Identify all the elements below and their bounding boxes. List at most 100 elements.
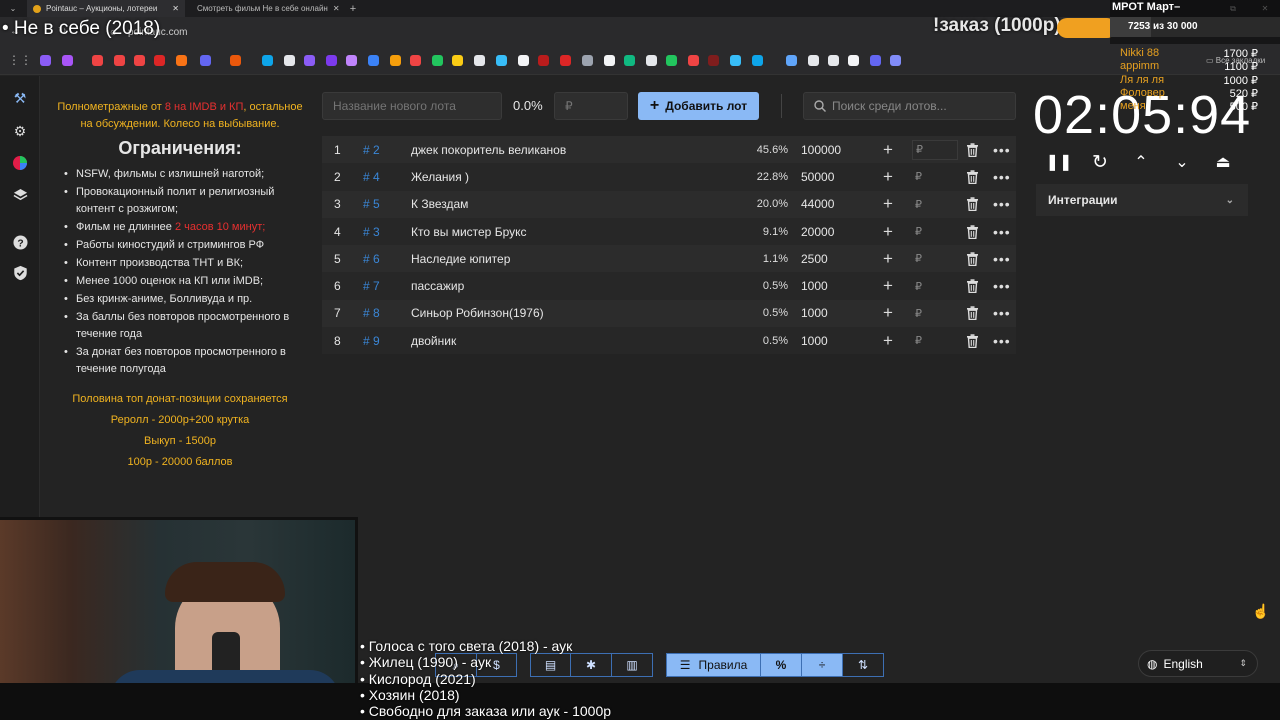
add-amount-icon[interactable]: + (883, 167, 893, 187)
bookmark-icon[interactable] (786, 55, 797, 66)
shield-icon[interactable] (11, 264, 29, 282)
more-options-icon[interactable]: ••• (993, 196, 1011, 212)
lot-amount[interactable]: 50000 (801, 170, 861, 184)
bookmark-icon[interactable] (62, 55, 73, 66)
lot-amount[interactable]: 2500 (801, 252, 861, 266)
bookmark-icon[interactable] (604, 55, 615, 66)
bookmark-icon[interactable] (582, 55, 593, 66)
lot-name[interactable]: Кто вы мистер Брукс (411, 225, 731, 239)
bookmark-icon[interactable] (624, 55, 635, 66)
bookmark-icon[interactable] (368, 55, 379, 66)
lot-name[interactable]: Наследие юпитер (411, 252, 731, 266)
lot-add-amount-input[interactable]: ₽ (912, 139, 958, 160)
lot-amount[interactable]: 1000 (801, 306, 861, 320)
bookmark-icon[interactable] (92, 55, 103, 66)
trash-icon[interactable] (966, 197, 980, 212)
integrations-dropdown[interactable]: Интеграции ⌄ (1036, 184, 1248, 216)
tab-menu-icon[interactable]: ⌄ (0, 0, 26, 17)
sort-icon[interactable]: ⇅ (842, 653, 884, 677)
trash-icon[interactable] (966, 224, 980, 239)
bookmark-icon[interactable] (262, 55, 273, 66)
bookmark-icon[interactable] (730, 55, 741, 66)
lot-name[interactable]: двойник (411, 334, 731, 348)
chevron-down-icon[interactable]: ⌄ (1171, 150, 1193, 174)
bookmark-icon[interactable] (40, 55, 51, 66)
percent-toggle-button[interactable]: % (760, 653, 802, 677)
lot-amount[interactable]: 1000 (801, 334, 861, 348)
lot-name[interactable]: джек покоритель великанов (411, 143, 731, 157)
add-lot-button[interactable]: + Добавить лот (638, 92, 759, 120)
bookmark-icon[interactable] (176, 55, 187, 66)
lot-add-amount-input[interactable]: ₽ (912, 249, 958, 269)
layers-icon[interactable] (11, 186, 29, 204)
trash-icon[interactable] (966, 170, 980, 185)
bookmark-icon[interactable] (390, 55, 401, 66)
eject-icon[interactable]: ⏏ (1212, 150, 1234, 174)
bookmark-icon[interactable] (284, 55, 295, 66)
bookmark-icon[interactable] (666, 55, 677, 66)
reset-timer-icon[interactable]: ↻ (1089, 150, 1111, 174)
search-lots-field[interactable]: Поиск среди лотов... (803, 92, 1016, 120)
bookmark-icon[interactable] (496, 55, 507, 66)
bookmark-icon[interactable] (154, 55, 165, 66)
trash-icon[interactable] (966, 279, 980, 294)
youtube-bookmark-icon[interactable] (114, 55, 125, 66)
close-icon[interactable]: ✕ (333, 4, 340, 13)
more-options-icon[interactable]: ••• (993, 305, 1011, 321)
lot-name[interactable]: Синьор Робинзон(1976) (411, 306, 731, 320)
lot-amount[interactable]: 44000 (801, 197, 861, 211)
add-amount-icon[interactable]: + (883, 303, 893, 323)
bookmark-icon[interactable] (346, 55, 357, 66)
trash-icon[interactable] (966, 334, 980, 348)
more-options-icon[interactable]: ••• (993, 251, 1011, 267)
bookmark-icon[interactable] (890, 55, 901, 66)
bookmark-icon[interactable] (474, 55, 485, 66)
bookmark-icon[interactable] (452, 55, 463, 66)
bookmark-icon[interactable] (708, 55, 719, 66)
trash-icon[interactable] (966, 142, 980, 157)
bookmark-icon[interactable] (646, 55, 657, 66)
new-tab-button[interactable]: + (345, 0, 361, 17)
add-amount-icon[interactable]: + (883, 276, 893, 296)
lot-name[interactable]: пассажир (411, 279, 731, 293)
bookmark-icon[interactable] (870, 55, 881, 66)
new-lot-amount-input[interactable] (554, 92, 628, 120)
tab-movie[interactable]: Смотреть фильм Не в себе онлайн ✕ (186, 0, 344, 17)
lot-add-amount-input[interactable]: ₽ (912, 303, 958, 323)
bookmark-icon[interactable] (432, 55, 443, 66)
more-options-icon[interactable]: ••• (993, 142, 1011, 158)
help-icon[interactable]: ? (11, 233, 29, 251)
bookmark-icon[interactable] (828, 55, 839, 66)
pause-icon[interactable]: ❚❚ (1046, 150, 1073, 174)
lot-add-amount-input[interactable]: ₽ (912, 194, 958, 214)
chevron-up-icon[interactable]: ⌃ (1130, 150, 1152, 174)
settings-gear-icon[interactable]: ⚙ (11, 122, 29, 140)
bookmark-icon[interactable] (688, 55, 699, 66)
trash-icon[interactable] (966, 252, 980, 267)
add-amount-icon[interactable]: + (883, 249, 893, 269)
lot-add-amount-input[interactable]: ₽ (912, 167, 958, 187)
tab-pointauc[interactable]: Pointauc – Аукционы, лотереи ✕ (27, 0, 185, 17)
bookmark-icon[interactable] (410, 55, 421, 66)
more-options-icon[interactable]: ••• (993, 169, 1011, 185)
lot-amount[interactable]: 1000 (801, 279, 861, 293)
wheel-pie-icon[interactable] (11, 154, 29, 172)
bookmark-icon[interactable] (518, 55, 529, 66)
split-icon[interactable]: ÷ (801, 653, 843, 677)
bookmark-icon[interactable] (200, 55, 211, 66)
clear-list-icon[interactable]: ▥ (611, 653, 653, 677)
language-select[interactable]: ◍ English ⇕ (1138, 650, 1258, 677)
new-lot-name-input[interactable] (322, 92, 502, 120)
add-amount-icon[interactable]: + (883, 140, 893, 160)
more-options-icon[interactable]: ••• (993, 278, 1011, 294)
add-amount-icon[interactable]: + (883, 194, 893, 214)
bookmark-icon[interactable] (230, 55, 241, 66)
lot-amount[interactable]: 100000 (801, 143, 861, 157)
close-icon[interactable]: ✕ (172, 4, 179, 13)
rules-button[interactable]: ☰ Правила (666, 653, 761, 677)
bookmark-icon[interactable] (560, 55, 571, 66)
bookmark-icon[interactable] (848, 55, 859, 66)
lot-name[interactable]: К Звездам (411, 197, 731, 211)
lot-add-amount-input[interactable]: ₽ (912, 276, 958, 296)
bookmark-icon[interactable] (538, 55, 549, 66)
